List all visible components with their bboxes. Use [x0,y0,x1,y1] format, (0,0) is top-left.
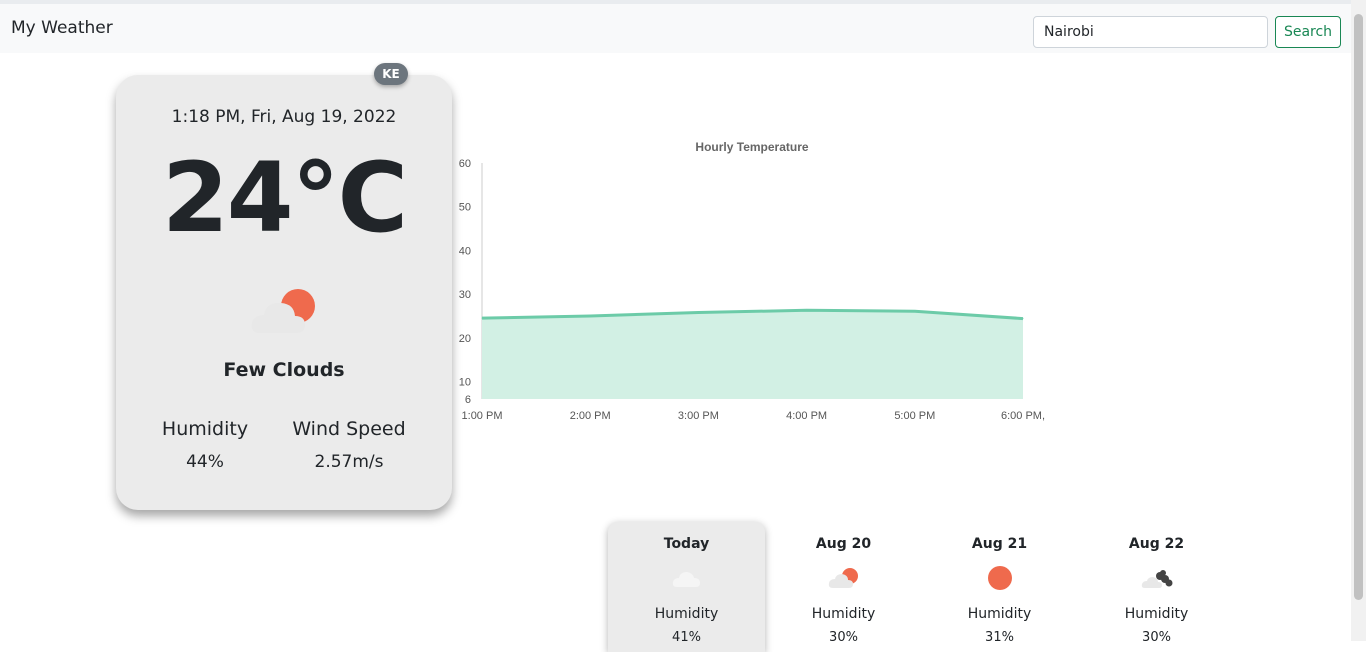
wind-stat: Wind Speed 2.57m/s [279,418,419,472]
forecast-card-3[interactable]: Aug 22 Humidity 30% [1078,522,1235,652]
x-tick-label: 1:00 PM [462,410,503,422]
dark-clouds-icon [1141,570,1172,588]
forecast-humidity-label: Humidity [967,606,1032,622]
forecast-humidity-label: Humidity [811,606,876,622]
forecast-day: Aug 21 [971,536,1028,552]
forecast-card-1[interactable]: Aug 20 Humidity 30% [765,522,922,652]
current-datetime: 1:18 PM, Fri, Aug 19, 2022 [171,107,397,127]
current-condition: Few Clouds [223,359,345,381]
y-tick-label: 30 [459,289,471,301]
humidity-stat: Humidity 44% [135,418,275,472]
forecast-card-2[interactable]: Aug 21 Humidity 31% [921,522,1078,652]
scrollbar-thumb[interactable] [1354,14,1363,600]
x-tick-label: 3:00 PM [678,410,719,422]
data-point [1022,318,1024,320]
current-weather-card: 1:18 PM, Fri, Aug 19, 2022 24°C Few Clou… [116,75,452,510]
data-point [806,309,808,311]
cloud-sun-icon [251,289,315,333]
forecast-humidity-value: 30% [829,630,858,645]
navbar: My Weather Search [0,0,1366,53]
data-point [481,317,483,319]
current-temperature: 24°C [161,142,408,254]
forecast-day: Aug 22 [1128,536,1185,552]
data-point [914,310,916,312]
app-title[interactable]: My Weather [11,18,113,38]
x-tick-label: 2:00 PM [570,410,611,422]
forecast-card-0[interactable]: Today Humidity 41% [608,522,765,652]
x-tick-label: 4:00 PM [786,410,827,422]
wind-label: Wind Speed [292,418,406,440]
hourly-temperature-chart: Hourly Temperature 6 10 20 30 40 50 60 1:00 PM 2… [459,140,1045,422]
forecast-day: Today [663,536,710,552]
sun-icon [987,566,1012,590]
forecast-humidity-value: 41% [672,630,701,645]
chart-title: Hourly Temperature [695,140,808,154]
search-input[interactable] [1033,16,1268,48]
forecast-day: Aug 20 [815,536,872,552]
scrollbar[interactable] [1351,0,1366,641]
forecast-humidity-value: 30% [1142,630,1171,645]
data-point [697,311,699,313]
y-tick-label: 60 [459,158,471,170]
humidity-label: Humidity [161,418,249,440]
y-tick-label: 6 [465,394,471,406]
country-badge: KE [374,63,408,85]
x-tick-label: 5:00 PM [894,410,935,422]
search-button[interactable]: Search [1275,16,1341,48]
temperature-area [482,310,1023,399]
y-tick-label: 50 [459,202,471,214]
forecast-humidity-label: Humidity [1124,606,1189,622]
wind-value: 2.57m/s [314,452,384,472]
cloud-sun-icon [828,568,858,588]
data-point [589,315,591,317]
forecast-humidity-label: Humidity [654,606,719,622]
y-tick-label: 10 [459,377,471,389]
humidity-value: 44% [186,452,224,472]
cloud-icon [672,572,700,587]
forecast-humidity-value: 31% [985,630,1014,645]
x-tick-label: 6:00 PM, [1001,410,1045,422]
y-tick-label: 20 [459,333,471,345]
y-tick-label: 40 [459,245,471,257]
